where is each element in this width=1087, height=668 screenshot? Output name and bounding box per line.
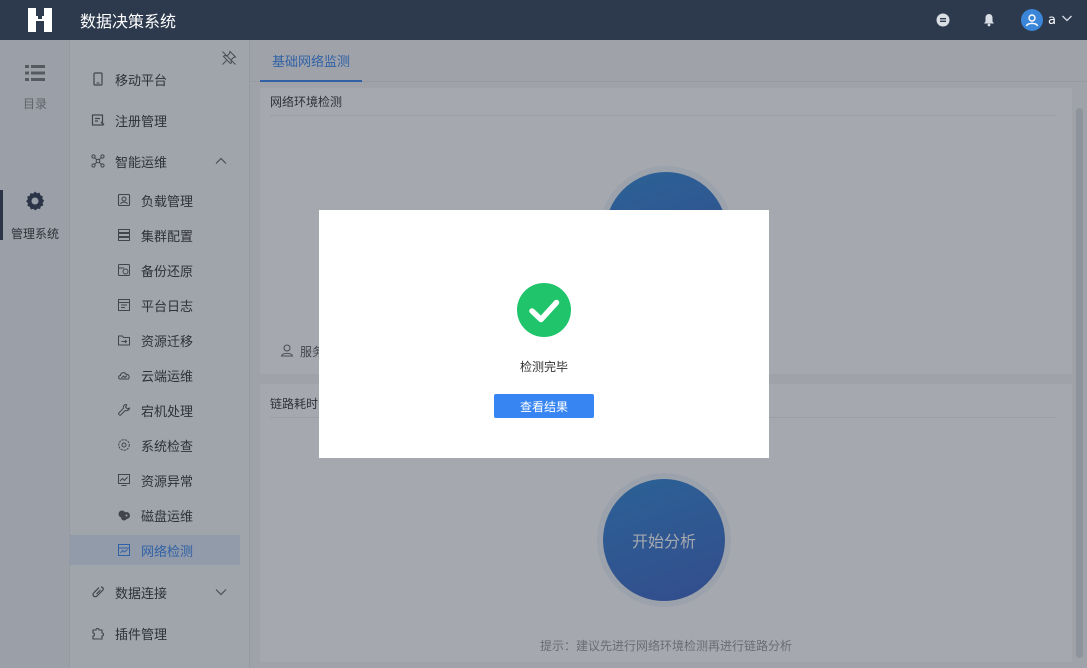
chevron-down-icon — [1061, 12, 1073, 28]
user-avatar-icon — [1021, 9, 1044, 31]
top-header: 数据决策系统 a — [0, 0, 1087, 40]
dialog-message: 检测完毕 — [519, 360, 568, 374]
app-title: 数据决策系统 — [80, 12, 177, 31]
logo-icon[interactable] — [0, 0, 80, 40]
view-result-button[interactable]: 查看结果 — [494, 394, 594, 418]
bell-icon[interactable] — [975, 6, 1003, 34]
user-menu[interactable]: a — [1021, 9, 1073, 31]
detection-complete-dialog: 检测完毕 查看结果 — [319, 210, 769, 458]
success-check-icon — [517, 283, 571, 337]
message-icon[interactable] — [929, 6, 957, 34]
user-name: a — [1048, 12, 1056, 28]
